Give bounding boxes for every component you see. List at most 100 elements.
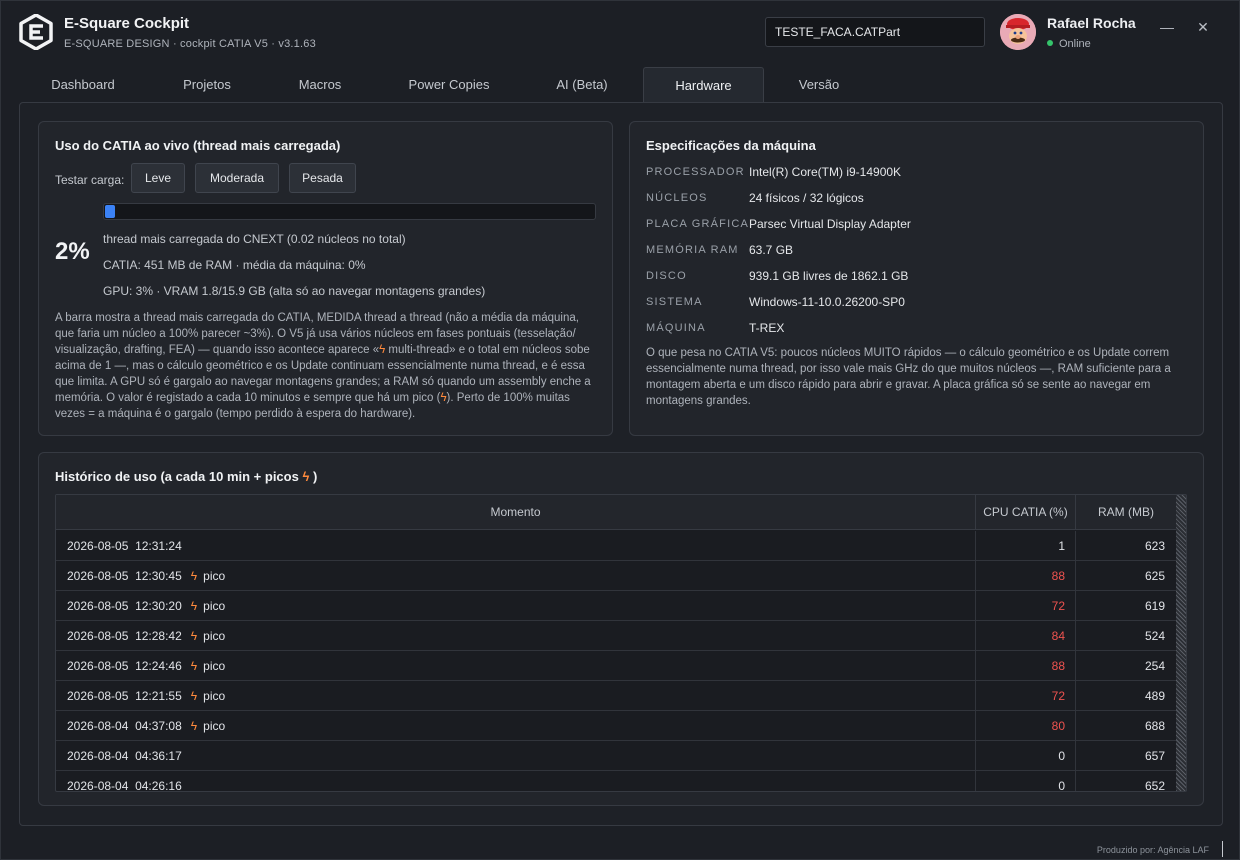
table-row[interactable]: 2026-08-05 12:24:46 ϟ pico 88 254: [56, 651, 1176, 681]
spec-key-processor: PROCESSADOR: [646, 166, 745, 178]
avatar[interactable]: [1000, 14, 1036, 50]
bolt-icon: ϟ: [190, 569, 198, 583]
bolt-icon: ϟ: [190, 689, 198, 703]
cpu-thread-bar-fill: [105, 205, 115, 218]
column-header-momento[interactable]: Momento: [56, 495, 975, 530]
cell-date: 2026-08-04: [67, 749, 129, 763]
cell-date: 2026-08-05: [67, 569, 129, 583]
peak-label: pico: [203, 599, 226, 613]
tab-hardware[interactable]: Hardware: [643, 67, 764, 103]
cell-ram: 524: [1144, 629, 1165, 643]
cell-cpu: 84: [1051, 629, 1065, 643]
cell-date: 2026-08-05: [67, 689, 129, 703]
table-row[interactable]: 2026-08-05 12:28:42 ϟ pico 84 524: [56, 621, 1176, 651]
table-scrollbar[interactable]: [1176, 495, 1186, 791]
table-row[interactable]: 2026-08-05 12:30:20 ϟ pico 72 619: [56, 591, 1176, 621]
load-test-label: Testar carga:: [55, 173, 125, 187]
close-button[interactable]: ✕: [1193, 17, 1213, 37]
machine-specs-card: Especificações da máquina PROCESSADOR In…: [629, 121, 1204, 436]
cell-cpu: 0: [1058, 749, 1065, 763]
cell-ram: 619: [1144, 599, 1165, 613]
history-title-text: Histórico de uso (a cada 10 min + picos: [55, 469, 303, 484]
cell-date: 2026-08-05: [67, 539, 129, 553]
header: E-Square Cockpit E-SQUARE DESIGN · cockp…: [1, 1, 1239, 63]
cell-time: 12:21:55: [135, 689, 182, 703]
cell-momento: 2026-08-05 12:24:46 ϟ pico: [67, 651, 225, 681]
spec-key-machine: MÁQUINA: [646, 322, 706, 334]
table-row[interactable]: 2026-08-04 04:36:17 0 657: [56, 741, 1176, 771]
cpu-percent: 2%: [55, 238, 90, 265]
tab-power-copies[interactable]: Power Copies: [397, 67, 501, 103]
table-header: Momento CPU CATIA (%) RAM (MB): [56, 495, 1176, 530]
app-title: E-Square Cockpit: [64, 15, 190, 32]
tab-macros[interactable]: Macros: [277, 67, 363, 103]
cell-momento: 2026-08-04 04:37:08 ϟ pico: [67, 711, 225, 741]
avatar-character-icon: [1000, 14, 1036, 50]
tab-versao[interactable]: Versão: [781, 67, 857, 103]
peak-label: pico: [203, 719, 226, 733]
tab-projetos[interactable]: Projetos: [161, 67, 253, 103]
cell-time: 12:24:46: [135, 659, 182, 673]
cell-cpu: 88: [1051, 659, 1065, 673]
spec-value-gpu: Parsec Virtual Display Adapter: [749, 217, 911, 231]
cell-ram: 489: [1144, 689, 1165, 703]
column-header-cpu[interactable]: CPU CATIA (%): [976, 495, 1075, 530]
table-row[interactable]: 2026-08-04 04:26:16 0 652: [56, 771, 1176, 792]
footer-credit: Produzido por: Agência LAF: [1096, 845, 1209, 855]
bolt-icon: ϟ: [302, 469, 310, 484]
cell-date: 2026-08-05: [67, 599, 129, 613]
bolt-icon: ϟ: [190, 629, 198, 643]
spec-key-ram: MEMÓRIA RAM: [646, 244, 739, 256]
load-moderate-button[interactable]: Moderada: [195, 163, 279, 193]
cell-momento: 2026-08-04 04:36:17: [67, 741, 182, 771]
tab-dashboard[interactable]: Dashboard: [35, 67, 131, 103]
column-header-ram[interactable]: RAM (MB): [1076, 495, 1176, 530]
spec-value-disk: 939.1 GB livres de 1862.1 GB: [749, 269, 909, 283]
specs-note: O que pesa no CATIA V5: poucos núcleos M…: [646, 347, 1171, 407]
cell-date: 2026-08-05: [67, 629, 129, 643]
cell-momento: 2026-08-04 04:26:16: [67, 771, 182, 792]
ram-info: CATIA: 451 MB de RAM · média da máquina:…: [103, 258, 366, 272]
cell-time: 12:30:45: [135, 569, 182, 583]
e-square-logo-icon: [19, 14, 53, 50]
bolt-icon: ϟ: [190, 659, 198, 673]
user-name: Rafael Rocha: [1047, 15, 1136, 31]
user-status: Online: [1047, 38, 1091, 50]
cell-date: 2026-08-04: [67, 779, 129, 792]
cell-momento: 2026-08-05 12:30:20 ϟ pico: [67, 591, 225, 621]
cpu-thread-bar: [103, 203, 596, 220]
peak-label: pico: [203, 659, 226, 673]
cell-cpu: 72: [1051, 599, 1065, 613]
cell-time: 12:30:20: [135, 599, 182, 613]
history-title-end: ): [312, 469, 318, 484]
table-row[interactable]: 2026-08-05 12:30:45 ϟ pico 88 625: [56, 561, 1176, 591]
spec-key-cores: NÚCLEOS: [646, 192, 708, 204]
spec-value-machine: T-REX: [749, 321, 785, 335]
cell-time: 12:31:24: [135, 539, 182, 553]
minimize-button[interactable]: —: [1157, 17, 1177, 37]
cell-cpu: 1: [1058, 539, 1065, 553]
history-title: Histórico de uso (a cada 10 min + picos …: [55, 469, 317, 484]
spec-key-gpu: PLACA GRÁFICA: [646, 218, 750, 230]
resize-grip[interactable]: [1222, 841, 1223, 857]
cell-time: 04:37:08: [135, 719, 182, 733]
active-file-field[interactable]: [765, 17, 985, 47]
cell-ram: 623: [1144, 539, 1165, 553]
peak-label: pico: [203, 629, 226, 643]
load-heavy-button[interactable]: Pesada: [289, 163, 356, 193]
gpu-info: GPU: 3% · VRAM 1.8/15.9 GB (alta só ao n…: [103, 284, 486, 298]
history-table: Momento CPU CATIA (%) RAM (MB) 2026-08-0…: [55, 494, 1187, 792]
load-light-button[interactable]: Leve: [131, 163, 185, 193]
table-row[interactable]: 2026-08-04 04:37:08 ϟ pico 80 688: [56, 711, 1176, 741]
thread-info: thread mais carregada do CNEXT (0.02 núc…: [103, 232, 406, 246]
bolt-icon: ϟ: [190, 599, 198, 613]
spec-key-disk: DISCO: [646, 270, 687, 282]
tab-ai-beta[interactable]: AI (Beta): [537, 67, 627, 103]
peak-label: pico: [203, 689, 226, 703]
cell-momento: 2026-08-05 12:31:24: [67, 531, 182, 561]
table-row[interactable]: 2026-08-05 12:21:55 ϟ pico 72 489: [56, 681, 1176, 711]
spec-key-system: SISTEMA: [646, 296, 703, 308]
table-row[interactable]: 2026-08-05 12:31:24 1 623: [56, 531, 1176, 561]
app-subtitle: E-SQUARE DESIGN · cockpit CATIA V5 · v3.…: [64, 38, 316, 50]
spec-value-ram: 63.7 GB: [749, 243, 794, 257]
